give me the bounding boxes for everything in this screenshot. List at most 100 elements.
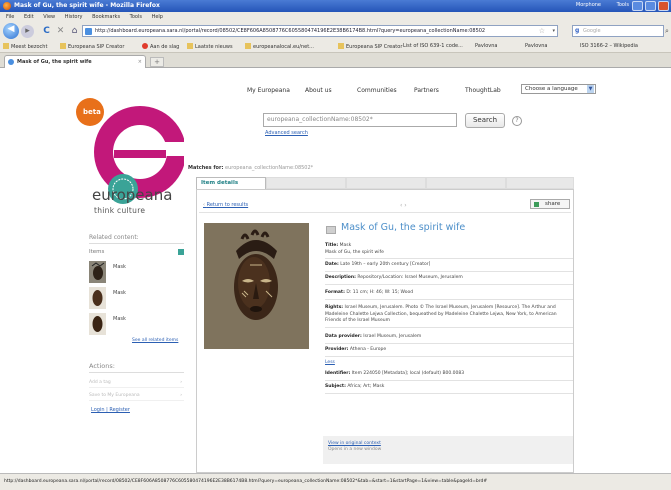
- bookmark-item[interactable]: ISO 3166-2 – Wikipedia: [580, 43, 638, 49]
- site-search-input[interactable]: europeana_collectionName:08502*: [263, 113, 457, 127]
- login-register-link[interactable]: Login | Register: [91, 407, 130, 413]
- chevron-right-icon: ›: [180, 380, 182, 385]
- bookmark-item[interactable]: Meest bezocht: [3, 43, 47, 50]
- meta-date: Date: Late 19th – early 20th century [Cr…: [325, 262, 573, 272]
- meta-identifier: Identifier: Item 224050 [Metadata]; loca…: [325, 371, 573, 381]
- site-favicon-icon: [85, 28, 92, 35]
- window-titlebar: Mask of Gu, the spirit wife - Mozilla Fi…: [0, 0, 671, 12]
- menu-edit[interactable]: Edit: [24, 14, 34, 20]
- nav-my-europeana[interactable]: My Europeana: [247, 87, 290, 94]
- related-item-thumbnail: [89, 313, 106, 335]
- tab-favicon-icon: [8, 59, 14, 65]
- item-image-mask[interactable]: [204, 223, 309, 349]
- related-item[interactable]: Mask: [89, 287, 184, 309]
- divider: [199, 212, 571, 213]
- menu-tools[interactable]: Tools: [130, 14, 142, 20]
- navigation-toolbar: ◀ ▸ C ✕ ⌂ http://dashboard.europeana.sar…: [0, 22, 671, 40]
- address-dropdown-icon[interactable]: ▾: [552, 26, 555, 36]
- google-icon: g: [575, 27, 580, 34]
- menu-bookmarks[interactable]: Bookmarks: [92, 14, 120, 20]
- menu-file[interactable]: File: [6, 14, 14, 20]
- related-item-thumbnail: [89, 287, 106, 309]
- share-icon: [534, 202, 539, 207]
- meta-title: Title: Mask Mask of Gu, the spirit wife: [325, 243, 573, 259]
- share-label: share: [545, 201, 561, 207]
- see-all-related-link[interactable]: See all related items: [132, 338, 178, 343]
- meta-rights: Rights: Israel Museum, Jerusalem. Photo …: [325, 305, 573, 328]
- close-window-button[interactable]: [658, 1, 669, 11]
- close-tab-icon[interactable]: ×: [138, 56, 142, 68]
- tray-morphone[interactable]: Morphone: [576, 2, 601, 8]
- tab-title: Mask of Gu, the spirit wife: [17, 59, 92, 65]
- nav-about-us[interactable]: About us: [305, 87, 332, 94]
- bookmark-item[interactable]: Europeana SIP Creator: [60, 43, 124, 50]
- related-item[interactable]: Mask: [89, 313, 184, 335]
- logo-wordmark: europeana: [92, 186, 173, 204]
- menu-bar: File Edit View History Bookmarks Tools H…: [0, 12, 671, 22]
- minimize-button[interactable]: [632, 1, 643, 11]
- menu-history[interactable]: History: [65, 14, 83, 20]
- page-content: My Europeana About us Communities Partne…: [0, 68, 671, 473]
- bookmark-item[interactable]: Europeana SIP Creator: [338, 43, 402, 50]
- tab-inactive[interactable]: [346, 177, 426, 189]
- menu-view[interactable]: View: [43, 14, 55, 20]
- status-bar: http://dashboard.europeana.sara.nl/porta…: [0, 473, 671, 490]
- window-title: Mask of Gu, the spirit wife - Mozilla Fi…: [14, 2, 160, 9]
- related-item[interactable]: Mask: [89, 261, 184, 283]
- browser-search-icon[interactable]: ⌕: [665, 27, 669, 36]
- bookmark-item[interactable]: Pavlovna: [475, 43, 497, 49]
- browser-tab[interactable]: Mask of Gu, the spirit wife ×: [4, 55, 146, 68]
- browser-search-input[interactable]: g Google: [572, 25, 664, 37]
- address-bar[interactable]: http://dashboard.europeana.sara.nl/porta…: [82, 25, 558, 37]
- share-button[interactable]: share: [530, 199, 570, 209]
- action-save-to-my-europeana[interactable]: Save to My Europeana ›: [89, 391, 184, 401]
- result-pager[interactable]: ‹ ›: [400, 202, 407, 209]
- nav-partners[interactable]: Partners: [414, 87, 439, 94]
- forward-button[interactable]: ▸: [21, 25, 34, 38]
- bookmark-star-icon[interactable]: ☆: [539, 26, 545, 36]
- beta-label: beta: [83, 108, 101, 116]
- bookmarks-bar: Meest bezocht Europeana SIP Creator Aan …: [0, 40, 671, 53]
- home-button[interactable]: ⌂: [68, 25, 81, 38]
- new-tab-button[interactable]: +: [150, 57, 164, 67]
- tab-inactive[interactable]: [266, 177, 346, 189]
- meta-subject: Subject: Africa; Art; Mask: [325, 384, 573, 394]
- language-select-value: Choose a language: [525, 86, 578, 92]
- bookmark-item[interactable]: Aan de slag: [142, 43, 179, 50]
- site-search-button[interactable]: Search: [465, 113, 505, 128]
- less-link[interactable]: Less: [325, 360, 335, 365]
- menu-help[interactable]: Help: [152, 14, 163, 20]
- bookmark-item[interactable]: europeanalocal.eu/net...: [245, 43, 314, 50]
- view-original-box: View in original context Opens in a new …: [323, 436, 573, 464]
- image-type-icon: [326, 226, 336, 234]
- logo-tagline: think culture: [94, 206, 146, 215]
- item-tab-strip: Item details: [196, 177, 574, 189]
- meta-description: Description: Repository/Location: Israel…: [325, 275, 573, 285]
- action-add-tag[interactable]: Add a tag ›: [89, 378, 184, 388]
- chevron-right-icon: ›: [180, 393, 182, 398]
- bookmark-item[interactable]: List of ISO 639-1 code...: [403, 43, 463, 49]
- tab-inactive[interactable]: [506, 177, 574, 189]
- maximize-button[interactable]: [645, 1, 656, 11]
- back-button[interactable]: ◀: [3, 23, 19, 39]
- tab-item-details[interactable]: Item details: [196, 177, 266, 189]
- tray-tools[interactable]: Tools: [617, 2, 629, 8]
- actions-heading: Actions:: [89, 362, 184, 373]
- reload-button[interactable]: C: [40, 25, 53, 38]
- stop-button[interactable]: ✕: [54, 25, 67, 38]
- nav-thoughtlab[interactable]: ThoughtLab: [465, 87, 501, 94]
- nav-communities[interactable]: Communities: [357, 87, 397, 94]
- advanced-search-link[interactable]: Advanced search: [265, 130, 308, 136]
- search-engine-label: Google: [583, 28, 601, 34]
- bookmark-item[interactable]: Laatste nieuws: [187, 43, 233, 50]
- help-icon[interactable]: ?: [512, 116, 522, 126]
- bookmark-item[interactable]: Pavlovna: [525, 43, 547, 49]
- return-to-results-link[interactable]: Return to results: [203, 202, 249, 208]
- items-toggle-icon[interactable]: [178, 249, 184, 255]
- related-item-thumbnail: [89, 261, 106, 283]
- language-select[interactable]: Choose a language ▼: [521, 84, 596, 94]
- tab-inactive[interactable]: [426, 177, 506, 189]
- tab-bar: Mask of Gu, the spirit wife × +: [0, 53, 671, 68]
- meta-less-link-row: Less: [325, 360, 573, 369]
- meta-provider: Provider: Athena - Europe: [325, 347, 573, 357]
